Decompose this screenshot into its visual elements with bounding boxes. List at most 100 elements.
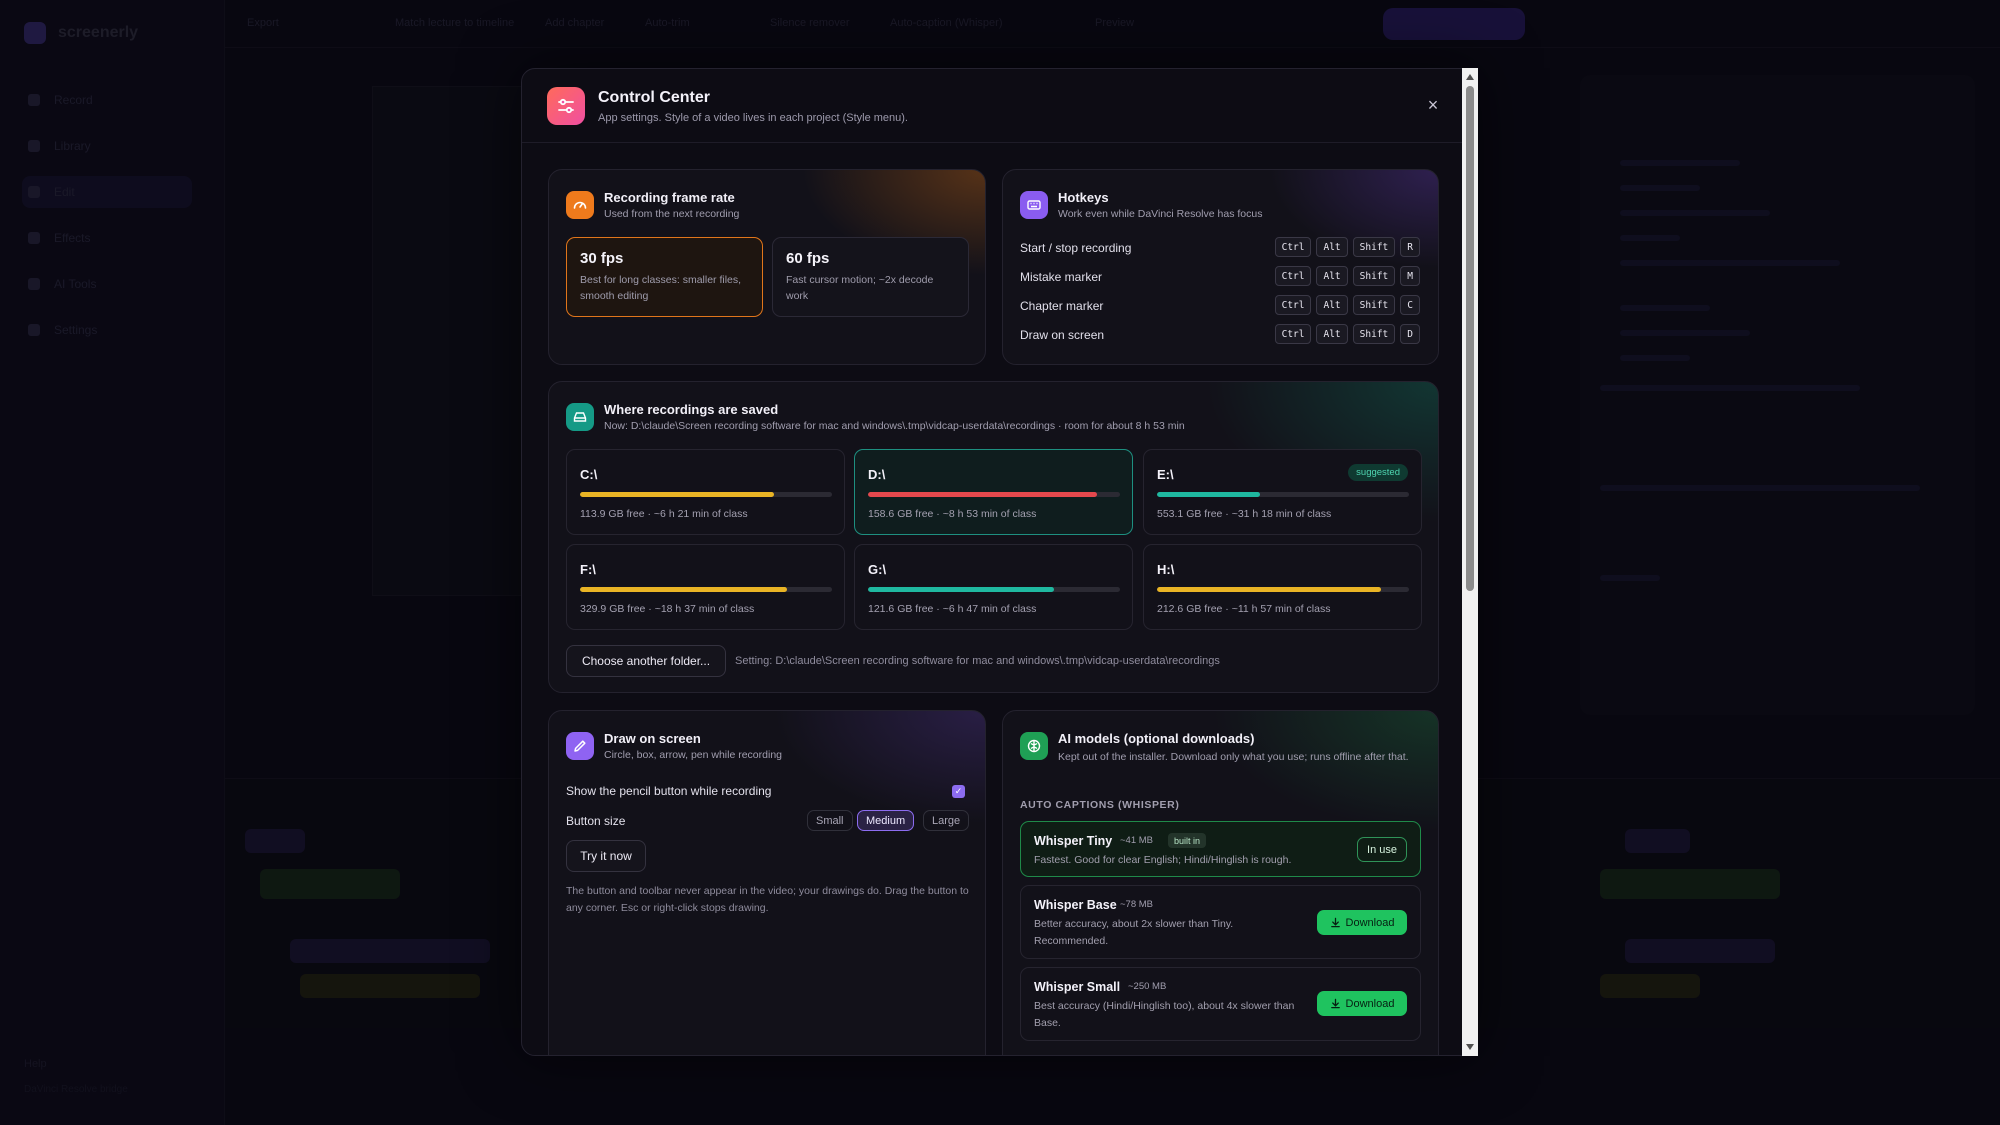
drive-usage-fill [868,492,1098,497]
key-cap: R [1400,237,1420,257]
hotkey-row-draw[interactable]: Draw on screen Ctrl Alt Shift D [1020,324,1420,346]
built-in-badge: built in [1168,833,1207,848]
model-desc: Best accuracy (Hindi/Hinglish too), abou… [1034,1000,1295,1029]
storage-subtitle: Now: D:\claude\Screen recording software… [604,420,1185,432]
model-whisper-tiny: Whisper Tiny ~41 MB built in Fastest. Go… [1020,821,1421,877]
drive-usage-fill [580,492,775,497]
key-cap: M [1400,266,1420,286]
hotkey-row-chapter[interactable]: Chapter marker Ctrl Alt Shift C [1020,295,1420,317]
modal-scrollbar[interactable] [1462,68,1478,1056]
drive-usage-bar [580,587,832,592]
drive-info: 121.6 GB free · ~6 h 47 min of class [868,603,1037,615]
model-whisper-base: Whisper Base ~78 MB Better accuracy, abo… [1020,885,1421,959]
scroll-thumb[interactable] [1466,86,1474,591]
in-use-button[interactable]: In use [1357,837,1407,862]
scroll-down-arrow-icon[interactable] [1466,1044,1474,1050]
fps-label: 30 fps [580,250,624,267]
drive-usage-bar [580,492,832,497]
drive-info: 553.1 GB free · ~31 h 18 min of class [1157,508,1332,520]
key-cap: Alt [1316,266,1348,286]
frame-rate-card: Recording frame rate Used from the next … [548,169,986,365]
model-name: Whisper Small [1034,980,1121,994]
key-cap: Shift [1352,266,1396,286]
drive-g[interactable]: G:\ 121.6 GB free · ~6 h 47 min of class [854,544,1133,630]
drive-name: G:\ [868,562,887,577]
size-medium-option[interactable]: Medium [857,810,915,831]
hotkey-label: Start / stop recording [1020,241,1132,255]
key-cap: Shift [1352,237,1396,257]
fps-option-30[interactable]: 30 fps Best for long classes: smaller fi… [566,237,763,317]
try-it-now-button[interactable]: Try it now [566,840,646,872]
drive-e[interactable]: E:\ suggested 553.1 GB free · ~31 h 18 m… [1143,449,1422,535]
model-name: Whisper Tiny [1034,834,1113,848]
model-whisper-small: Whisper Small ~250 MB Best accuracy (Hin… [1020,967,1421,1041]
drive-name: D:\ [868,467,886,482]
draw-subtitle: Circle, box, arrow, pen while recording [604,749,782,761]
drive-info: 158.6 GB free · ~8 h 53 min of class [868,508,1037,520]
drive-info: 113.9 GB free · ~6 h 21 min of class [580,508,748,520]
hotkey-row-mistake[interactable]: Mistake marker Ctrl Alt Shift M [1020,266,1420,288]
close-icon[interactable]: × [1423,95,1443,115]
gauge-icon [566,191,594,219]
key-cap: Ctrl [1274,295,1312,315]
fps-desc: Best for long classes: smaller files, sm… [580,274,742,302]
storage-title: Where recordings are saved [604,402,779,417]
choose-folder-button[interactable]: Choose another folder... [566,645,726,677]
key-cap: Shift [1352,324,1396,344]
suggested-badge: suggested [1348,464,1408,481]
drive-usage-bar [1157,492,1409,497]
draw-card: Draw on screen Circle, box, arrow, pen w… [548,710,986,1055]
hotkey-keys: Ctrl Alt Shift M [1274,266,1420,286]
control-center-modal: Control Center App settings. Style of a … [521,68,1478,1056]
key-cap: Ctrl [1274,324,1312,344]
storage-card: Where recordings are saved Now: D:\claud… [548,381,1439,693]
fps-label: 60 fps [786,250,830,267]
frame-rate-subtitle: Used from the next recording [604,208,740,220]
button-size-label: Button size [566,814,626,828]
drive-info: 329.9 GB free · ~18 h 37 min of class [580,603,755,615]
hotkey-row-record[interactable]: Start / stop recording Ctrl Alt Shift R [1020,237,1420,259]
download-base-button[interactable]: Download [1317,910,1407,935]
download-label: Download [1345,997,1395,1010]
ai-models-card: AI models (optional downloads) Kept out … [1002,710,1439,1055]
drive-h[interactable]: H:\ 212.6 GB free · ~11 h 57 min of clas… [1143,544,1422,630]
hotkey-label: Draw on screen [1020,328,1105,342]
model-size: ~78 MB [1120,899,1154,910]
drive-d[interactable]: D:\ 158.6 GB free · ~8 h 53 min of class [854,449,1133,535]
keyboard-icon [1020,191,1048,219]
hotkeys-card: Hotkeys Work even while DaVinci Resolve … [1002,169,1439,365]
download-icon [1330,917,1340,928]
drive-name: F:\ [580,562,596,577]
size-large-option[interactable]: Large [923,810,970,831]
drive-name: C:\ [580,467,598,482]
key-cap: Ctrl [1274,237,1312,257]
show-pencil-label: Show the pencil button while recording [566,784,772,798]
drive-usage-fill [580,587,787,592]
drive-usage-fill [868,587,1055,592]
download-small-button[interactable]: Download [1317,991,1407,1016]
brain-icon [1020,732,1048,760]
download-label: Download [1345,916,1395,929]
drive-usage-bar [1157,587,1409,592]
storage-setting-text: Setting: D:\claude\Screen recording soft… [735,655,1220,667]
modal-header: Control Center App settings. Style of a … [522,69,1477,143]
draw-title: Draw on screen [604,731,701,746]
model-name: Whisper Base [1034,898,1117,912]
key-cap: Alt [1316,237,1348,257]
drive-f[interactable]: F:\ 329.9 GB free · ~18 h 37 min of clas… [566,544,845,630]
drive-icon [566,403,594,431]
key-cap: Alt [1316,295,1348,315]
scroll-up-arrow-icon[interactable] [1466,74,1474,80]
draw-note: The button and toolbar never appear in t… [566,885,969,914]
fps-option-60[interactable]: 60 fps Fast cursor motion; ~2x decode wo… [772,237,969,317]
drive-name: E:\ [1157,467,1174,482]
hotkey-keys: Ctrl Alt Shift D [1274,324,1420,344]
size-small-option[interactable]: Small [807,810,853,831]
modal-title: Control Center [598,89,710,106]
show-pencil-checkbox[interactable]: ✓ [952,785,965,798]
drive-c[interactable]: C:\ 113.9 GB free · ~6 h 21 min of class [566,449,845,535]
download-icon [1330,998,1340,1009]
drive-info: 212.6 GB free · ~11 h 57 min of class [1157,603,1331,615]
hotkey-keys: Ctrl Alt Shift C [1274,295,1420,315]
drive-usage-bar [868,587,1120,592]
